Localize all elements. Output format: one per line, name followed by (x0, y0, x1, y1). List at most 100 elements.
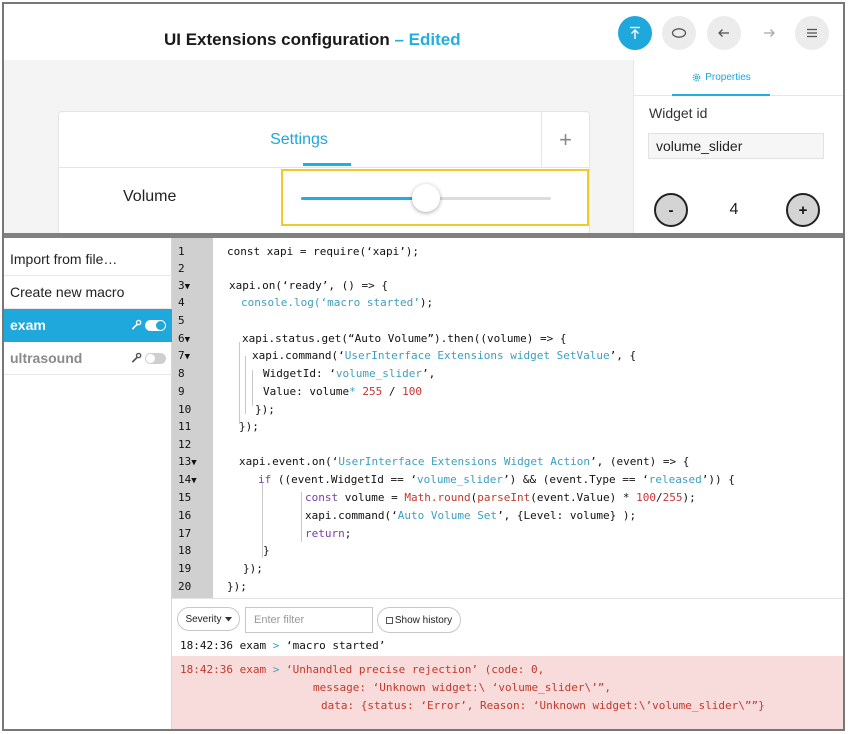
macro-sidebar: Import from file… Create new macro exam … (4, 238, 172, 729)
macro-toggle[interactable] (145, 353, 166, 364)
code-line: const volume = Math.round(parseInt(event… (305, 491, 696, 504)
toggle-knob (146, 354, 155, 363)
code-line: return; (305, 527, 352, 540)
show-history-toggle[interactable]: Show history (377, 607, 461, 633)
tab-settings[interactable]: Settings (59, 112, 539, 168)
line-number: 13▼ (178, 455, 197, 468)
ui-extensions-editor: UI Extensions configuration – Edited Set… (4, 4, 843, 235)
indent-guide (301, 492, 302, 542)
fold-arrow-icon[interactable]: ▼ (191, 458, 196, 468)
log-error-line: 18:42:36 exam > ‘Unhandled precise rejec… (180, 663, 545, 676)
chevron-down-icon (224, 616, 232, 621)
create-new-macro-button[interactable]: Create new macro (4, 276, 172, 309)
code-line: const xapi = require(‘xapi’); (227, 245, 420, 258)
properties-panel: Properties Widget id - 4 + (633, 60, 843, 235)
line-number: 10 (178, 403, 192, 416)
add-tab-button[interactable]: + (541, 112, 589, 168)
menu-icon (807, 28, 817, 38)
line-number: 5 (178, 314, 185, 327)
import-from-file-button[interactable]: Import from file… (4, 243, 172, 276)
log-error-line: message: ‘Unknown widget:\ ‘volume_slide… (313, 681, 612, 694)
properties-tab-bar: Properties (634, 60, 843, 96)
redo-icon (764, 29, 775, 37)
panel-card: Settings + Volume (58, 111, 590, 235)
code-line: xapi.status.get(“Auto Volume”).then((vol… (242, 332, 567, 345)
code-line: xapi.command(‘UserInterface Extensions w… (252, 349, 637, 362)
upload-icon (630, 26, 640, 39)
checkbox-icon (385, 616, 393, 624)
redo-button[interactable] (752, 16, 786, 50)
line-number: 11 (178, 420, 192, 433)
undo-icon (718, 29, 729, 37)
widget-id-field[interactable] (648, 133, 824, 159)
slider-fill (301, 197, 426, 200)
active-tab-indicator (303, 163, 351, 166)
widget-id-label: Widget id (649, 105, 708, 121)
indent-guide (239, 342, 240, 424)
line-number: 12 (178, 438, 192, 451)
code-line: if ((event.WidgetId == ‘volume_slider’) … (258, 473, 735, 486)
line-number-gutter: 1 2 3▼ 4 5 6▼ 7▼ 8 9 10 11 12 13▼ 14▼ 15… (172, 238, 213, 598)
fold-arrow-icon[interactable]: ▼ (185, 282, 190, 292)
severity-dropdown[interactable]: Severity (177, 607, 240, 631)
code-line: console.log(‘macro started’); (241, 296, 434, 309)
line-number: 16 (178, 509, 192, 522)
line-number: 18 (178, 544, 192, 557)
fold-arrow-icon[interactable]: ▼ (191, 476, 196, 486)
code-line: Value: volume* 255 / 100 (263, 385, 422, 398)
toggle-knob (156, 321, 165, 330)
log-entry: 18:42:36 exam > ‘macro started’ (172, 635, 843, 656)
macro-toggle[interactable] (145, 320, 166, 331)
line-number: 7▼ (178, 349, 191, 362)
filter-input[interactable] (245, 607, 373, 633)
line-number: 9 (178, 385, 185, 398)
macro-item-exam[interactable]: exam (4, 309, 172, 342)
undo-button[interactable] (707, 16, 741, 50)
step-value: 4 (729, 201, 739, 218)
decrement-button[interactable]: - (654, 193, 688, 227)
volume-slider-widget[interactable] (281, 169, 589, 226)
line-number: 2 (178, 262, 185, 275)
code-editor[interactable]: const xapi = require(‘xapi’); xapi.on(‘r… (213, 238, 843, 598)
window: UI Extensions configuration – Edited Set… (2, 2, 845, 731)
eye-icon (671, 28, 687, 38)
fold-arrow-icon[interactable]: ▼ (185, 352, 190, 362)
code-line: xapi.on(‘ready’, () => { (229, 279, 388, 292)
panel-tabs: Settings + (59, 112, 589, 168)
slider-track[interactable] (301, 184, 551, 212)
slider-thumb[interactable] (412, 184, 440, 212)
log-entry-error: 18:42:36 exam > ‘Unhandled precise rejec… (172, 656, 843, 729)
macro-item-ultrasound[interactable]: ultrasound (4, 342, 172, 375)
indent-guide (252, 370, 253, 406)
line-number: 15 (178, 491, 192, 504)
wrench-icon[interactable] (131, 319, 142, 330)
page-title: UI Extensions configuration – Edited (164, 30, 461, 49)
fold-arrow-icon[interactable]: ▼ (185, 335, 190, 345)
code-line: xapi.command(‘Auto Volume Set’, {Level: … (305, 509, 637, 522)
log-toolbar: Severity Show history (172, 598, 843, 635)
line-number: 1 (178, 245, 185, 258)
wrench-icon[interactable] (131, 352, 142, 363)
line-number: 4 (178, 296, 185, 309)
line-number: 17 (178, 527, 192, 540)
gear-icon (692, 73, 701, 81)
tab-properties[interactable]: Properties (672, 60, 770, 96)
code-line: } (263, 544, 270, 557)
code-line: xapi.event.on(‘UserInterface Extensions … (239, 455, 690, 468)
line-number: 19 (178, 562, 192, 575)
line-number: 14▼ (178, 473, 197, 486)
log-error-line: data: {status: ‘Error’, Reason: ‘Unknown… (321, 699, 765, 712)
indent-guide (245, 356, 246, 414)
preview-button[interactable] (662, 16, 696, 50)
increment-button[interactable]: + (786, 193, 820, 227)
edited-indicator: – Edited (389, 30, 461, 49)
header: UI Extensions configuration – Edited (4, 4, 843, 60)
code-line: }); (243, 562, 263, 575)
line-number: 20 (178, 580, 192, 593)
code-line: }); (227, 580, 247, 593)
menu-button[interactable] (795, 16, 829, 50)
volume-label: Volume (123, 188, 177, 205)
upload-button[interactable] (618, 16, 652, 50)
code-line: }); (239, 420, 259, 433)
line-number: 8 (178, 367, 185, 380)
